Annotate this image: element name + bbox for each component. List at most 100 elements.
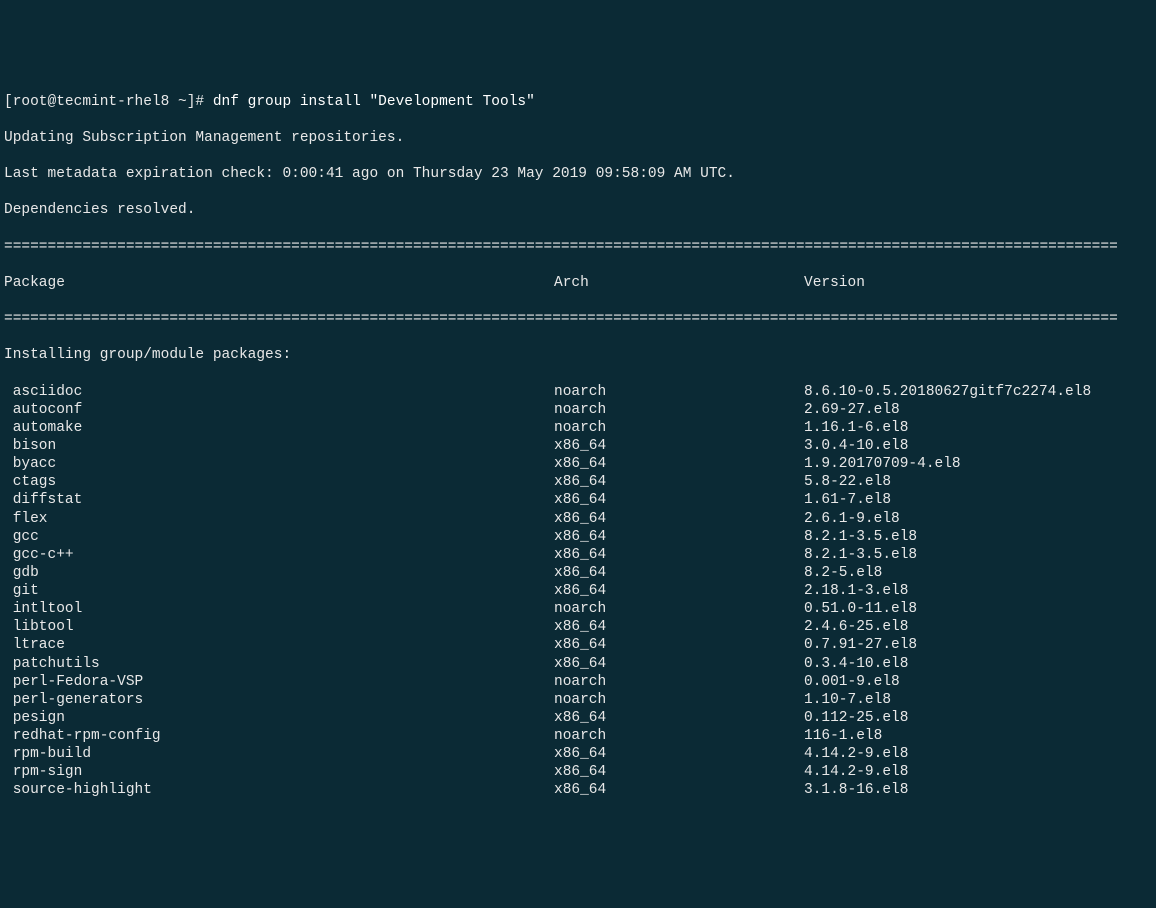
package-arch: x86_64 xyxy=(554,455,804,473)
package-arch: x86_64 xyxy=(554,763,804,781)
package-arch: x86_64 xyxy=(554,564,804,582)
package-arch: noarch xyxy=(554,673,804,691)
package-version: 8.2-5.el8 xyxy=(804,564,1152,582)
table-row: bisonx86_643.0.4-10.el8 xyxy=(4,437,1152,455)
table-row: ctagsx86_645.8-22.el8 xyxy=(4,473,1152,491)
package-arch: x86_64 xyxy=(554,636,804,654)
package-arch: noarch xyxy=(554,600,804,618)
table-row: asciidocnoarch8.6.10-0.5.20180627gitf7c2… xyxy=(4,383,1152,401)
table-row: gcc-c++x86_648.2.1-3.5.el8 xyxy=(4,546,1152,564)
package-name: byacc xyxy=(4,455,554,473)
package-version: 116-1.el8 xyxy=(804,727,1152,745)
package-arch: x86_64 xyxy=(554,618,804,636)
table-row: libtoolx86_642.4.6-25.el8 xyxy=(4,618,1152,636)
package-version: 0.51.0-11.el8 xyxy=(804,600,1152,618)
table-row: autoconfnoarch2.69-27.el8 xyxy=(4,401,1152,419)
terminal-output: [root@tecmint-rhel8 ~]# dnf group instal… xyxy=(4,75,1152,818)
divider-bottom: ========================================… xyxy=(4,310,1152,328)
package-version: 8.6.10-0.5.20180627gitf7c2274.el8 xyxy=(804,383,1152,401)
table-row: gccx86_648.2.1-3.5.el8 xyxy=(4,528,1152,546)
package-name: ltrace xyxy=(4,636,554,654)
output-line-1: Updating Subscription Management reposit… xyxy=(4,129,1152,147)
table-row: perl-Fedora-VSPnoarch0.001-9.el8 xyxy=(4,673,1152,691)
package-name: ctags xyxy=(4,473,554,491)
section-title: Installing group/module packages: xyxy=(4,346,1152,364)
package-version: 0.001-9.el8 xyxy=(804,673,1152,691)
prompt-line[interactable]: [root@tecmint-rhel8 ~]# dnf group instal… xyxy=(4,93,1152,111)
package-version: 2.6.1-9.el8 xyxy=(804,510,1152,528)
package-version: 5.8-22.el8 xyxy=(804,473,1152,491)
package-name: gdb xyxy=(4,564,554,582)
package-arch: noarch xyxy=(554,383,804,401)
table-row: byaccx86_641.9.20170709-4.el8 xyxy=(4,455,1152,473)
package-arch: x86_64 xyxy=(554,510,804,528)
package-arch: x86_64 xyxy=(554,546,804,564)
package-arch: x86_64 xyxy=(554,655,804,673)
table-row: rpm-buildx86_644.14.2-9.el8 xyxy=(4,745,1152,763)
package-name: perl-generators xyxy=(4,691,554,709)
package-name: redhat-rpm-config xyxy=(4,727,554,745)
header-version: Version xyxy=(804,274,1152,292)
package-arch: x86_64 xyxy=(554,781,804,799)
package-version: 1.61-7.el8 xyxy=(804,491,1152,509)
package-version: 8.2.1-3.5.el8 xyxy=(804,546,1152,564)
package-name: diffstat xyxy=(4,491,554,509)
package-version: 2.4.6-25.el8 xyxy=(804,618,1152,636)
package-name: gcc-c++ xyxy=(4,546,554,564)
package-name: source-highlight xyxy=(4,781,554,799)
output-line-2: Last metadata expiration check: 0:00:41 … xyxy=(4,165,1152,183)
divider-top: ========================================… xyxy=(4,238,1152,256)
package-name: libtool xyxy=(4,618,554,636)
package-name: flex xyxy=(4,510,554,528)
package-arch: noarch xyxy=(554,401,804,419)
package-arch: x86_64 xyxy=(554,745,804,763)
package-arch: noarch xyxy=(554,691,804,709)
package-name: patchutils xyxy=(4,655,554,673)
package-arch: x86_64 xyxy=(554,528,804,546)
header-row: Package Arch Version xyxy=(4,274,1152,292)
package-version: 3.0.4-10.el8 xyxy=(804,437,1152,455)
header-arch: Arch xyxy=(554,274,804,292)
package-name: perl-Fedora-VSP xyxy=(4,673,554,691)
package-name: rpm-build xyxy=(4,745,554,763)
table-row: diffstatx86_641.61-7.el8 xyxy=(4,491,1152,509)
package-version: 0.3.4-10.el8 xyxy=(804,655,1152,673)
table-row: gdbx86_648.2-5.el8 xyxy=(4,564,1152,582)
package-name: git xyxy=(4,582,554,600)
prompt-prefix: [root@tecmint-rhel8 ~]# xyxy=(4,94,213,110)
package-arch: x86_64 xyxy=(554,491,804,509)
package-version: 4.14.2-9.el8 xyxy=(804,763,1152,781)
table-row: source-highlightx86_643.1.8-16.el8 xyxy=(4,781,1152,799)
package-name: bison xyxy=(4,437,554,455)
package-name: rpm-sign xyxy=(4,763,554,781)
table-row: pesignx86_640.112-25.el8 xyxy=(4,709,1152,727)
package-arch: x86_64 xyxy=(554,709,804,727)
package-version: 0.112-25.el8 xyxy=(804,709,1152,727)
package-arch: noarch xyxy=(554,419,804,437)
table-row: ltracex86_640.7.91-27.el8 xyxy=(4,636,1152,654)
table-row: gitx86_642.18.1-3.el8 xyxy=(4,582,1152,600)
package-version: 8.2.1-3.5.el8 xyxy=(804,528,1152,546)
output-line-3: Dependencies resolved. xyxy=(4,201,1152,219)
table-row: patchutilsx86_640.3.4-10.el8 xyxy=(4,655,1152,673)
package-version: 3.1.8-16.el8 xyxy=(804,781,1152,799)
package-version: 1.10-7.el8 xyxy=(804,691,1152,709)
package-version: 0.7.91-27.el8 xyxy=(804,636,1152,654)
package-name: autoconf xyxy=(4,401,554,419)
package-version: 2.18.1-3.el8 xyxy=(804,582,1152,600)
table-row: flexx86_642.6.1-9.el8 xyxy=(4,510,1152,528)
table-row: perl-generatorsnoarch1.10-7.el8 xyxy=(4,691,1152,709)
table-row: automakenoarch1.16.1-6.el8 xyxy=(4,419,1152,437)
table-row: rpm-signx86_644.14.2-9.el8 xyxy=(4,763,1152,781)
package-version: 2.69-27.el8 xyxy=(804,401,1152,419)
package-version: 4.14.2-9.el8 xyxy=(804,745,1152,763)
package-version: 1.9.20170709-4.el8 xyxy=(804,455,1152,473)
package-arch: x86_64 xyxy=(554,473,804,491)
table-row: redhat-rpm-confignoarch116-1.el8 xyxy=(4,727,1152,745)
package-version: 1.16.1-6.el8 xyxy=(804,419,1152,437)
package-name: gcc xyxy=(4,528,554,546)
command-text: dnf group install "Development Tools" xyxy=(213,94,535,110)
package-arch: noarch xyxy=(554,727,804,745)
package-list: asciidocnoarch8.6.10-0.5.20180627gitf7c2… xyxy=(4,383,1152,800)
package-name: pesign xyxy=(4,709,554,727)
